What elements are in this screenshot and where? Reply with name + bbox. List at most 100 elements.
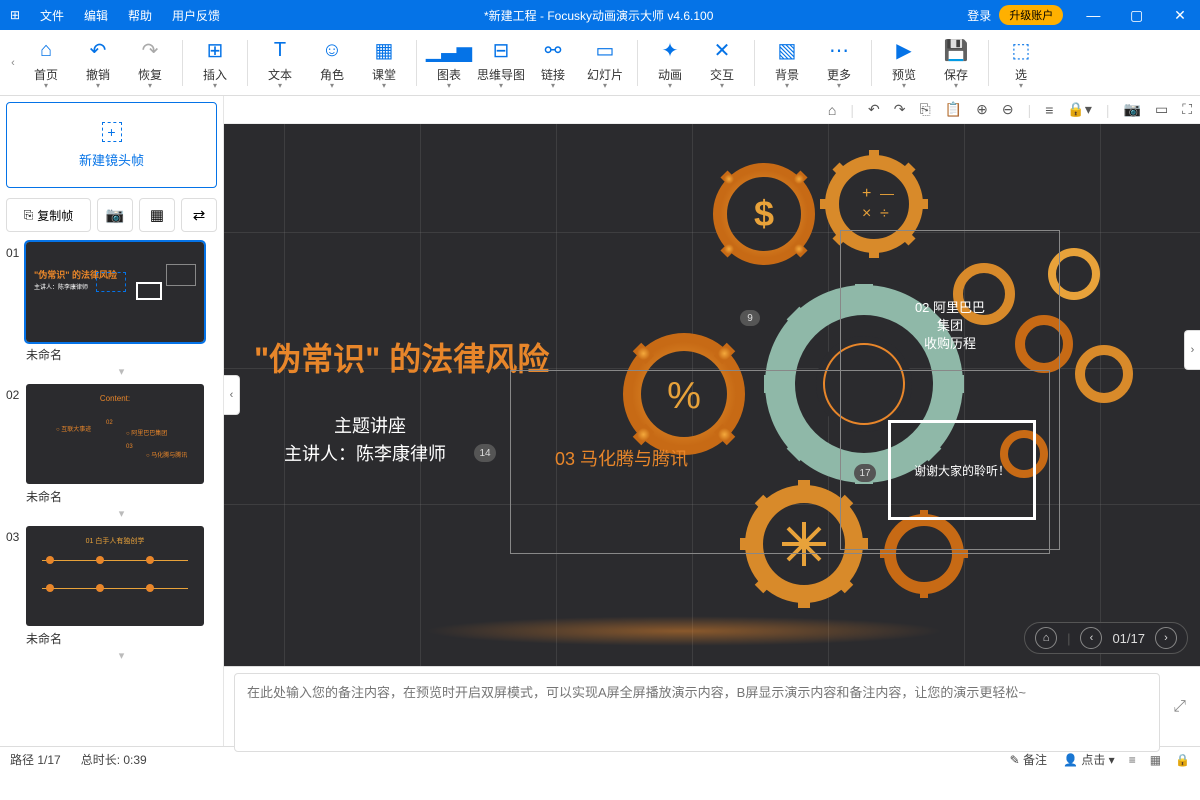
zoom-in-icon[interactable]: ⊕ [976,101,988,118]
svg-text:—: — [880,185,894,201]
zoom-out-icon[interactable]: ⊖ [1002,101,1014,118]
plus-icon: + [102,122,122,142]
menu-edit[interactable]: 编辑 [74,7,118,24]
thumb-preview-01[interactable]: "伪常识" 的法律风险 主讲人：陈李康律师 [26,242,204,342]
thumb-label: 未命名 [26,484,217,507]
upgrade-button[interactable]: 升级账户 [999,5,1063,25]
swap-button[interactable]: ⇄ [181,198,217,232]
undo-icon[interactable]: ↶ [868,101,880,118]
tool-链接[interactable]: ⚯链接▾ [527,33,579,93]
new-frame-label: 新建镜头帧 [79,150,144,169]
title-bar: ⊞ 文件 编辑 帮助 用户反馈 *新建工程 - Focusky动画演示大师 v4… [0,0,1200,30]
window-controls: — ▢ ✕ [1073,7,1200,24]
status-duration: 总时长: 0:39 [81,751,147,768]
glow-effect [424,616,944,646]
tool-选[interactable]: ⬚选▾ [995,33,1047,93]
copy-icon[interactable]: ⎘ [919,101,930,118]
svg-text:+: + [862,185,871,202]
window-title: *新建工程 - Focusky动画演示大师 v4.6.100 [230,7,967,24]
status-lock-icon[interactable]: 🔒 [1175,753,1190,767]
app-icon: ⊞ [0,8,30,22]
status-path: 路径 1/17 [10,751,61,768]
thumb-preview-03[interactable]: 01 白手人有独创学 [26,526,204,626]
home-icon[interactable]: ⌂ [828,102,836,118]
section-02-line2: 集团 [841,315,1059,334]
tool-文本[interactable]: T文本▾ [254,33,306,93]
status-notes-button[interactable]: ✎ 备注 [1010,751,1047,768]
tool-交互[interactable]: ✕交互▾ [696,33,748,93]
maximize-button[interactable]: ▢ [1117,7,1157,24]
paste-icon[interactable]: 📋 [945,101,962,118]
thumbnail-01[interactable]: 01 "伪常识" 的法律风险 主讲人：陈李康律师 未命名 ▾ [6,242,217,378]
section-02-line3: 收购历程 [841,333,1059,352]
thumb-number: 01 [6,242,26,260]
tool-课堂[interactable]: ▦课堂▾ [358,33,410,93]
lock-icon[interactable]: 🔒▾ [1067,101,1091,118]
thumb-label: 未命名 [26,626,217,649]
slide-main-title: "伪常识" 的法律风险 [254,334,549,380]
fit-icon[interactable]: ⛶ [1182,101,1192,118]
tool-保存[interactable]: 💾保存▾ [930,33,982,93]
frame-actions: ⎘ 复制帧 📷 ▦ ⇄ [6,198,217,232]
canvas[interactable]: ‹ $ [224,124,1200,666]
notes-panel: ⤢ [224,666,1200,746]
slide-subtitle-1: 主题讲座 [334,412,406,438]
tool-恢复[interactable]: ↷恢复▾ [124,33,176,93]
tool-角色[interactable]: ☺角色▾ [306,33,358,93]
tool-插入[interactable]: ⊞插入▾ [189,33,241,93]
copy-frame-button[interactable]: ⎘ 复制帧 [6,198,91,232]
notes-expand-icon[interactable]: ⤢ [1173,698,1186,716]
new-frame-button[interactable]: + 新建镜头帧 [6,102,217,188]
menu-help[interactable]: 帮助 [118,7,162,24]
slide-subtitle-2: 主讲人：陈李康律师 [284,440,446,466]
thumbnail-03[interactable]: 03 01 白手人有独创学 未命名 ▾ [6,526,217,662]
menu-file[interactable]: 文件 [30,7,74,24]
tool-预览[interactable]: ▶预览▾ [878,33,930,93]
section-03-title: 03 马化腾与腾讯 [555,445,688,471]
tool-动画[interactable]: ✦动画▾ [644,33,696,93]
svg-text:÷: ÷ [880,205,889,222]
status-layers-icon[interactable]: ≡ [1129,753,1136,767]
layers-icon[interactable]: ≡ [1045,102,1053,118]
toolbar-scroll-left[interactable]: ‹ [6,57,20,69]
tool-更多[interactable]: ⋯更多▾ [813,33,865,93]
crop-icon[interactable]: ▭ [1155,101,1168,118]
canvas-toolbar: ⌂ | ↶ ↷ ⎘ 📋 ⊕ ⊖ | ≡ 🔒▾ | 📷 ▭ ⛶ [224,96,1200,124]
close-button[interactable]: ✕ [1160,7,1200,24]
menu-feedback[interactable]: 用户反馈 [162,7,230,24]
main-area: + 新建镜头帧 ⎘ 复制帧 📷 ▦ ⇄ 01 "伪常识" 的法律风险 主讲人：陈… [0,96,1200,746]
tool-图表[interactable]: ▁▃▅图表▾ [423,33,475,93]
svg-text:×: × [862,205,871,222]
tool-撤销[interactable]: ↶撤销▾ [72,33,124,93]
camera-button[interactable]: 📷 [97,198,133,232]
canvas-area: ⌂ | ↶ ↷ ⎘ 📋 ⊕ ⊖ | ≡ 🔒▾ | 📷 ▭ ⛶ [224,96,1200,746]
badge-9: 9 [740,310,760,326]
nav-next-icon[interactable]: › [1155,627,1177,649]
minimize-button[interactable]: — [1073,7,1113,23]
tool-思维导图[interactable]: ⊟思维导图▾ [475,33,527,93]
qr-button[interactable]: ▦ [139,198,175,232]
menu-bar: 文件 编辑 帮助 用户反馈 [30,7,230,24]
notes-textarea[interactable] [234,673,1160,752]
collapse-right-handle[interactable]: › [1184,330,1200,370]
thanks-text: 谢谢大家的聆听！ [914,462,1010,479]
toolbar: ‹ ⌂首页▾↶撤销▾↷恢复▾⊞插入▾T文本▾☺角色▾▦课堂▾▁▃▅图表▾⊟思维导… [0,30,1200,96]
thumb-number: 02 [6,384,26,402]
nav-prev-icon[interactable]: ‹ [1080,627,1102,649]
redo-icon[interactable]: ↷ [894,101,906,118]
status-click-button[interactable]: 👤 点击 ▾ [1063,751,1115,768]
nav-home-icon[interactable]: ⌂ [1035,627,1057,649]
tool-幻灯片[interactable]: ▭幻灯片▾ [579,33,631,93]
frame-box-thanks[interactable]: 谢谢大家的聆听！ [888,420,1036,520]
camera2-icon[interactable]: 📷 [1124,101,1141,118]
thumb-preview-02[interactable]: Content: ○ 互联大事迹 02 ○ 阿里巴巴集团 03 ○ 马化腾与腾讯 [26,384,204,484]
tool-背景[interactable]: ▧背景▾ [761,33,813,93]
thumb-number: 03 [6,526,26,544]
tool-首页[interactable]: ⌂首页▾ [20,33,72,93]
status-grid-icon[interactable]: ▦ [1150,753,1161,767]
svg-text:$: $ [754,193,774,234]
thumb-marker-icon: ▾ [26,365,217,378]
thumbnail-02[interactable]: 02 Content: ○ 互联大事迹 02 ○ 阿里巴巴集团 03 ○ 马化腾… [6,384,217,520]
collapse-sidebar-handle[interactable]: ‹ [224,375,240,415]
login-link[interactable]: 登录 [967,7,991,24]
